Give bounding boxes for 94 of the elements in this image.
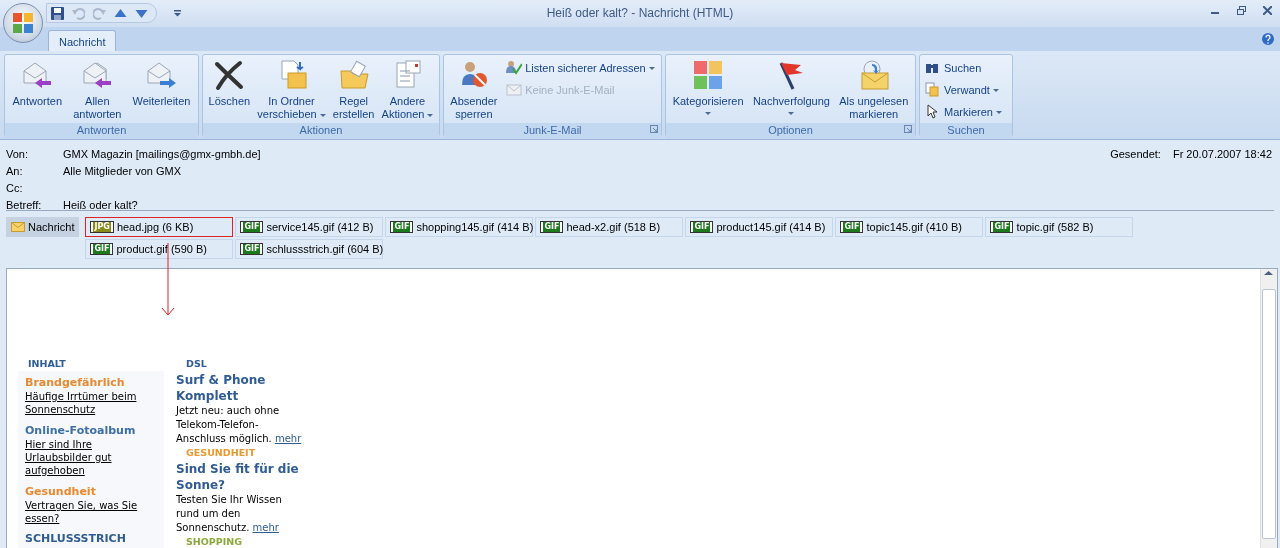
scroll-thumb[interactable] — [1262, 289, 1276, 539]
field-label: Betreff: — [6, 198, 43, 213]
ribbon-button[interactable]: Andere Aktionen — [378, 57, 437, 123]
more-link[interactable]: mehr — [274, 433, 302, 444]
caret-icon — [705, 112, 712, 115]
group-label: Suchen — [947, 124, 985, 136]
people-check-icon — [506, 60, 523, 76]
more-link[interactable]: mehr — [252, 522, 279, 533]
related-documents-icon — [925, 82, 941, 98]
group-label: Optionen — [768, 124, 813, 136]
scrollbar[interactable] — [1260, 269, 1277, 548]
field-label: An: — [6, 164, 24, 179]
ribbon-button[interactable]: Antworten — [9, 57, 66, 123]
ribbon-button[interactable]: Löschen — [205, 57, 254, 123]
file-type-icon: GIF — [91, 244, 113, 254]
ribbon-button[interactable]: Nachverfolgung — [749, 57, 833, 123]
delete-icon — [213, 59, 246, 91]
attachment[interactable]: GIF topic145.gif (410 B) — [835, 217, 984, 237]
ribbon-button[interactable]: Kategorisieren — [669, 57, 747, 123]
file-type-icon: JPG — [91, 222, 113, 232]
caret-icon — [992, 88, 999, 92]
customize-icon[interactable] — [174, 10, 181, 17]
article-title: Surf & Phone Komplett — [176, 372, 267, 404]
attachment[interactable]: GIF service145.gif (412 B) — [235, 217, 384, 237]
article-link[interactable]: Häufige Irrtümer beim Sonnenschutz — [18, 390, 145, 416]
attachment[interactable]: GIF product.gif (590 B) — [85, 239, 234, 259]
envelope-icon — [506, 82, 523, 98]
attachment[interactable]: GIF schlussstrich.gif (604 B) — [235, 239, 384, 259]
ribbon-button[interactable]: Regel erstellen — [329, 57, 378, 123]
caret-icon — [995, 110, 1002, 114]
attachment[interactable]: GIF topic.gif (582 B) — [985, 217, 1134, 237]
category-title: Gesundheit — [24, 485, 97, 499]
field-value: Fr 20.07.2007 18:42 — [1172, 147, 1272, 162]
attachment[interactable]: GIF head-x2.gif (518 B) — [535, 217, 684, 237]
attachment[interactable]: GIF product145.gif (414 B) — [685, 217, 834, 237]
file-type-icon: GIF — [241, 222, 263, 232]
article-link[interactable]: Hier sind Ihre Urlaubsbilder gut aufgehoben — [18, 438, 145, 477]
ribbon-button[interactable]: Allen antworten — [70, 57, 125, 123]
section-heading: INHALT — [18, 357, 164, 371]
save-icon[interactable] — [51, 6, 64, 20]
group-label: Aktionen — [299, 124, 343, 136]
ribbon-button[interactable]: In Ordner verschieben — [254, 57, 329, 123]
logo-icon — [12, 12, 34, 34]
file-type-icon: GIF — [541, 222, 563, 232]
attachment[interactable]: GIF shopping145.gif (414 B) — [385, 217, 534, 237]
category-title: Brandgefährlich — [24, 376, 126, 390]
office-button[interactable] — [3, 3, 43, 43]
section-heading: SCHLUSSSTRICH — [24, 533, 127, 545]
group-label: Junk-E-Mail — [523, 124, 582, 136]
field-label: Gesendet: — [1110, 147, 1161, 162]
envelope-icon — [11, 222, 25, 232]
caret-icon — [319, 113, 326, 117]
file-type-icon: GIF — [991, 222, 1013, 232]
ribbon-button[interactable]: Als ungelesen markieren — [836, 57, 912, 123]
window-title: Heiß oder kalt? - Nachricht (HTML) — [546, 5, 734, 22]
down-arrow-icon[interactable] — [135, 7, 148, 19]
caret-icon — [648, 66, 655, 70]
close-icon[interactable] — [1262, 5, 1272, 15]
ribbon-button[interactable]: Absender sperren — [447, 57, 501, 123]
section-label: SHOPPING — [185, 535, 244, 548]
file-type-icon: GIF — [691, 222, 713, 232]
ribbon-button[interactable]: Markieren — [922, 101, 1010, 123]
section-label: DSL — [185, 357, 208, 371]
ribbon-tab[interactable]: Nachricht — [48, 30, 117, 51]
attachment[interactable]: JPG head.jpg (6 KB) — [85, 217, 234, 237]
file-type-icon: GIF — [841, 222, 863, 232]
ribbon-button[interactable]: Weiterleiten — [129, 57, 194, 123]
file-type-icon: GIF — [241, 244, 263, 254]
field-value: Alle Mitglieder von GMX — [63, 164, 181, 179]
group-label: Antworten — [76, 124, 127, 136]
article-text: Testen Sie Ihr Wissen rund um den Sonnenschutz. mehr — [176, 493, 283, 535]
help-icon[interactable] — [1262, 33, 1274, 45]
field-label: Von: — [6, 147, 30, 162]
ribbon-button[interactable]: Suchen — [922, 57, 1010, 79]
dialog-launcher-icon[interactable] — [904, 125, 912, 133]
caret-icon — [427, 113, 434, 117]
field-label: Cc: — [6, 181, 24, 196]
message-tab[interactable]: Nachricht — [6, 217, 80, 237]
field-value: Heiß oder kalt? — [63, 198, 138, 213]
article-text: Jetzt neu: auch ohne Telekom-Telefon-Anschluss möglich. mehr — [176, 404, 303, 446]
article-title: Sind Sie fit für die Sonne? — [176, 461, 300, 493]
ribbon-button[interactable]: Verwandt — [922, 79, 1010, 101]
ribbon-button[interactable]: Listen sicherer Adressen — [503, 57, 658, 79]
article-link[interactable]: Vertragen Sie, was Sie essen? — [18, 499, 145, 525]
dialog-launcher-icon[interactable] — [650, 125, 658, 133]
folder-rule-icon — [337, 59, 370, 91]
field-value: GMX Magazin [mailings@gmx-gmbh.de] — [63, 147, 261, 162]
categories-icon — [692, 59, 725, 91]
caret-icon — [788, 112, 795, 115]
restore-icon[interactable] — [1236, 5, 1246, 15]
file-type-icon: GIF — [391, 222, 413, 232]
up-arrow-icon[interactable] — [114, 7, 127, 19]
category-title: Online-Fotoalbum — [24, 424, 137, 438]
section-label: GESUNDHEIT — [185, 446, 257, 460]
